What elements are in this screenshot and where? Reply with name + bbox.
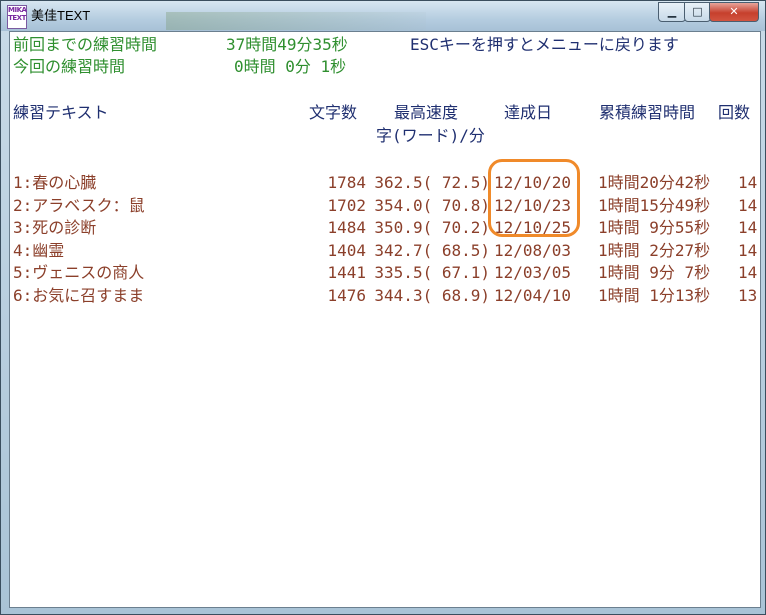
close-button[interactable]: ✕ — [709, 2, 759, 22]
row-top-speed: 362.5( 72.5) — [374, 173, 490, 192]
row-text-name: 1:春の心臓 — [13, 173, 97, 192]
row-text-name: 6:お気に召すまま — [13, 286, 145, 305]
app-window: MIKA TEXT 美佳TEXT ▁ □ ✕ 前回までの練習時間 37時間49分… — [0, 0, 766, 615]
row-count: 14 — [738, 196, 758, 215]
row-text-name: 4:幽霊 — [13, 241, 65, 260]
row-top-speed: 344.3( 68.9) — [374, 286, 490, 305]
column-header-text: 練習テキスト — [13, 103, 109, 122]
column-header-speed: 最高速度 — [394, 103, 459, 122]
row-count: 14 — [738, 173, 758, 192]
app-icon-line-1: MIKA — [8, 6, 27, 14]
highlight-circle — [488, 159, 580, 237]
row-achieved-date: 12/04/10 — [494, 286, 572, 305]
curr-practice-value: 0時間 0分 1秒 — [234, 57, 347, 76]
row-char-count: 1404 — [327, 241, 366, 260]
row-char-count: 1476 — [327, 286, 366, 305]
row-count: 14 — [738, 241, 758, 260]
title-bar[interactable]: MIKA TEXT 美佳TEXT ▁ □ ✕ — [1, 1, 765, 31]
window-title: 美佳TEXT — [31, 8, 91, 23]
row-char-count: 1441 — [327, 263, 366, 282]
row-total-time: 1時間20分42秒 — [598, 173, 711, 192]
minimize-icon: ▁ — [667, 5, 677, 18]
row-count: 14 — [738, 218, 758, 237]
row-top-speed: 335.5( 67.1) — [374, 263, 490, 282]
close-icon: ✕ — [729, 5, 739, 18]
row-total-time: 1時間 2分27秒 — [598, 241, 711, 260]
row-top-speed: 350.9( 70.2) — [374, 218, 490, 237]
prev-practice-label: 前回までの練習時間 — [13, 35, 158, 54]
esc-message: ESCキーを押すとメニューに戻ります — [410, 35, 679, 54]
maximize-icon: □ — [692, 5, 703, 18]
app-icon-line-2: TEXT — [8, 14, 26, 22]
minimize-button[interactable]: ▁ — [658, 2, 686, 22]
curr-practice-label: 今回の練習時間 — [13, 57, 126, 76]
column-header-total: 累積練習時間 — [599, 103, 696, 122]
maximize-button[interactable]: □ — [684, 2, 711, 22]
row-count: 13 — [738, 286, 758, 305]
text-display-area: 前回までの練習時間 37時間49分35秒 ESCキーを押すとメニューに戻ります … — [9, 31, 761, 608]
row-text-name: 3:死の診断 — [13, 218, 97, 237]
column-header-speed-unit: 字(ワード)/分 — [376, 126, 485, 145]
column-header-chars: 文字数 — [309, 103, 358, 122]
row-text-name: 2:アラベスク：鼠 — [13, 196, 145, 215]
row-total-time: 1時間 9分55秒 — [598, 218, 711, 237]
row-text-name: 5:ヴェニスの商人 — [13, 263, 145, 282]
prev-practice-value: 37時間49分35秒 — [226, 35, 348, 54]
app-icon[interactable]: MIKA TEXT — [7, 5, 27, 29]
column-header-count: 回数 — [718, 103, 751, 122]
row-achieved-date: 12/08/03 — [494, 241, 572, 260]
row-total-time: 1時間15分49秒 — [598, 196, 711, 215]
column-header-date: 達成日 — [504, 103, 553, 122]
row-top-speed: 354.0( 70.8) — [374, 196, 490, 215]
row-count: 14 — [738, 263, 758, 282]
row-char-count: 1702 — [327, 196, 366, 215]
background-window-ghost — [166, 12, 426, 30]
row-achieved-date: 12/03/05 — [494, 263, 572, 282]
row-char-count: 1484 — [327, 218, 366, 237]
row-total-time: 1時間 1分13秒 — [598, 286, 711, 305]
row-char-count: 1784 — [327, 173, 366, 192]
row-top-speed: 342.7( 68.5) — [374, 241, 490, 260]
row-total-time: 1時間 9分 7秒 — [598, 263, 711, 282]
